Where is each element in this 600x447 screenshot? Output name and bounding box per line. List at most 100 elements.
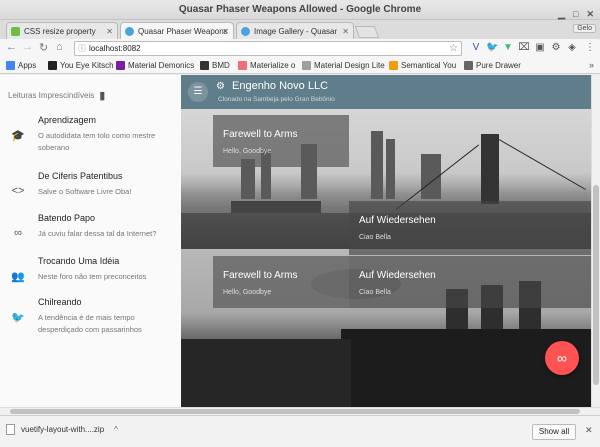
gallery-tile-caption[interactable]: Farewell to Arms Hello, Goodbye <box>213 256 349 308</box>
bookmark-label: BMD <box>212 61 230 70</box>
infinity-icon: ∞ <box>14 227 22 239</box>
app-title: Engenho Novo LLC <box>232 80 329 92</box>
tile-title: Farewell to Arms <box>223 270 298 281</box>
warship <box>231 201 321 213</box>
bookmark-apps[interactable]: Apps <box>6 61 36 70</box>
tab-label: CSS resize property <box>24 26 96 36</box>
gallery-tile-caption[interactable]: Farewell to Arms Hello, Goodbye <box>213 115 349 167</box>
bookmark-favicon-icon <box>389 61 398 70</box>
drawer-item-title: Aprendizagem <box>38 115 97 125</box>
tab-css-resize[interactable]: CSS resize property ✕ <box>6 22 118 39</box>
show-all-button[interactable]: Show all <box>532 424 576 440</box>
bookmark-you-eye-kitsch[interactable]: You Eye Kitsch <box>48 61 114 70</box>
skyline-building <box>386 139 395 199</box>
tab-favicon-icon <box>241 26 250 36</box>
tile-title: Farewell to Arms <box>223 129 298 140</box>
tile-subtitle: Ciao Bella <box>359 289 391 296</box>
scroll-thumb[interactable] <box>593 185 599 385</box>
tab-close-icon[interactable]: ✕ <box>342 27 349 36</box>
drawer-item-aprendizagem[interactable]: 🎓 Aprendizagem O autodidata tem tolo com… <box>0 115 180 159</box>
menu-icon[interactable]: ☰ <box>188 82 208 102</box>
drawer-item-title: Trocando Uma Idéia <box>38 256 120 266</box>
gallery-tile-caption[interactable]: Auf Wiedersehen Ciao Bella <box>349 256 591 308</box>
home-icon[interactable]: ⌂ <box>56 41 63 53</box>
vertical-scrollbar[interactable] <box>591 75 600 407</box>
school-icon: 🎓 <box>11 130 25 142</box>
fab-button[interactable]: ∞ <box>545 341 579 375</box>
tile-subtitle: Ciao Bella <box>359 234 391 241</box>
reload-icon[interactable]: ↻ <box>39 41 48 54</box>
close-icon[interactable]: ✕ <box>585 425 593 436</box>
bridge-tower <box>481 134 499 204</box>
ship-hull <box>181 339 351 407</box>
drawer-item-chilreando[interactable]: 🐦 Chilreando A tendência é de mais tempo… <box>0 297 180 353</box>
bookmark-label: You Eye Kitsch <box>60 61 114 70</box>
settings-extension-icon[interactable]: ⚙ <box>550 42 562 54</box>
back-icon[interactable]: ← <box>6 41 17 53</box>
web-page: Leituras Imprescindíveis ▮ 🎓 Aprendizage… <box>0 75 600 415</box>
new-tab-button[interactable] <box>354 26 380 38</box>
vue-extension-icon[interactable]: ▼ <box>502 42 514 54</box>
tile-subtitle: Hello, Goodbye <box>223 148 272 155</box>
bookmark-label: Material Design Lite <box>314 61 385 70</box>
bookmark-label: Materialize o <box>250 61 296 70</box>
main-content: ☰ ⚙ Engenho Novo LLC Clonado na Sambeja … <box>181 75 591 407</box>
file-icon <box>6 424 15 435</box>
cogs-icon: ⚙ <box>216 81 225 92</box>
download-item[interactable]: vuetify-layout-with....zip ^ <box>6 424 118 435</box>
bookmark-label: Semantical You <box>401 61 457 70</box>
shield-extension-icon[interactable]: ◈ <box>566 42 578 54</box>
bookmark-materialize[interactable]: Materialize o <box>238 61 295 70</box>
forward-icon[interactable]: → <box>22 41 33 53</box>
bookmark-star-icon[interactable]: ☆ <box>449 42 458 55</box>
drawer-item-title: De Ciferis Patentibus <box>38 171 123 181</box>
bookmark-pure-drawer[interactable]: Pure Drawer <box>464 61 521 70</box>
bookmark-semantical-you[interactable]: Semantical You <box>389 61 456 70</box>
tile-subtitle: Hello, Goodbye <box>223 289 272 296</box>
drawer-item-title: Batendo Papo <box>38 213 96 223</box>
drawer-item-subtitle: O autodidata tem tolo como mestre sobera… <box>38 131 156 152</box>
cast-extension-icon[interactable]: ▣ <box>534 42 546 54</box>
tab-label: Image Gallery - Quasar <box>254 26 338 36</box>
tile-title: Auf Wiedersehen <box>359 270 436 281</box>
tab-favicon-icon <box>125 26 134 36</box>
bookmark-favicon-icon <box>302 61 311 70</box>
screenshot-extension-icon[interactable]: ⌧ <box>518 42 530 54</box>
apps-grid-icon <box>6 61 15 70</box>
bookmark-favicon-icon <box>200 61 209 70</box>
skyline-building <box>371 131 383 199</box>
bookmarks-bar: Apps You Eye Kitsch Material Demonics BM… <box>0 58 600 74</box>
bookmark-material-demonics[interactable]: Material Demonics <box>116 61 194 70</box>
bridge-cable <box>498 139 586 190</box>
vuejs-devtools-icon[interactable]: V <box>470 42 482 54</box>
drawer-item-title: Chilreando <box>38 297 82 307</box>
bookmark-material-design-lite[interactable]: Material Design Lite <box>302 61 385 70</box>
drawer-item-trocando[interactable]: 👥 Trocando Uma Idéia Neste foro não tem … <box>0 256 180 300</box>
tab-quasar-phaser[interactable]: Quasar Phaser Weapons ✕ <box>120 22 234 39</box>
scroll-thumb[interactable] <box>10 409 580 414</box>
app-subtitle: Clonado na Sambeja pelo Gran Bebônio <box>218 96 335 103</box>
bookmark-bmd[interactable]: BMD <box>200 61 230 70</box>
books-icon: ▮ <box>99 90 106 102</box>
app-toolbar: ☰ ⚙ Engenho Novo LLC Clonado na Sambeja … <box>181 75 591 109</box>
gallery-tile-caption[interactable]: Auf Wiedersehen Ciao Bella <box>349 201 591 255</box>
address-bar[interactable]: ⓘ localhost:8082 ☆ <box>74 41 462 56</box>
twitter-extension-icon[interactable]: 🐦 <box>486 42 498 54</box>
drawer-item-subtitle: Salve o Software Livre Oba! <box>38 187 132 196</box>
info-icon[interactable]: ⓘ <box>78 42 86 55</box>
tab-favicon-icon <box>11 26 20 36</box>
chevron-up-icon[interactable]: ^ <box>114 425 118 434</box>
bookmark-favicon-icon <box>116 61 125 70</box>
tab-close-icon[interactable]: ✕ <box>222 27 229 36</box>
drawer-item-de-ciferis[interactable]: <> De Ciferis Patentibus Salve o Softwar… <box>0 171 180 215</box>
tab-image-gallery[interactable]: Image Gallery - Quasar ✕ <box>236 22 354 39</box>
profile-badge[interactable]: Gelo <box>573 24 596 33</box>
drawer-item-batendo-papo[interactable]: ∞ Batendo Papo Já cuviu falar dessa tal … <box>0 213 180 257</box>
bookmark-label: Pure Drawer <box>476 61 521 70</box>
drawer-item-subtitle: Neste foro não tem preconceitos <box>38 272 147 281</box>
tab-close-icon[interactable]: ✕ <box>106 27 113 36</box>
bookmarks-overflow-icon[interactable]: » <box>589 60 594 70</box>
menu-kebab-icon[interactable]: ⋮ <box>584 42 596 54</box>
tab-strip: CSS resize property ✕ Quasar Phaser Weap… <box>0 20 600 39</box>
horizontal-scrollbar[interactable] <box>0 407 600 415</box>
